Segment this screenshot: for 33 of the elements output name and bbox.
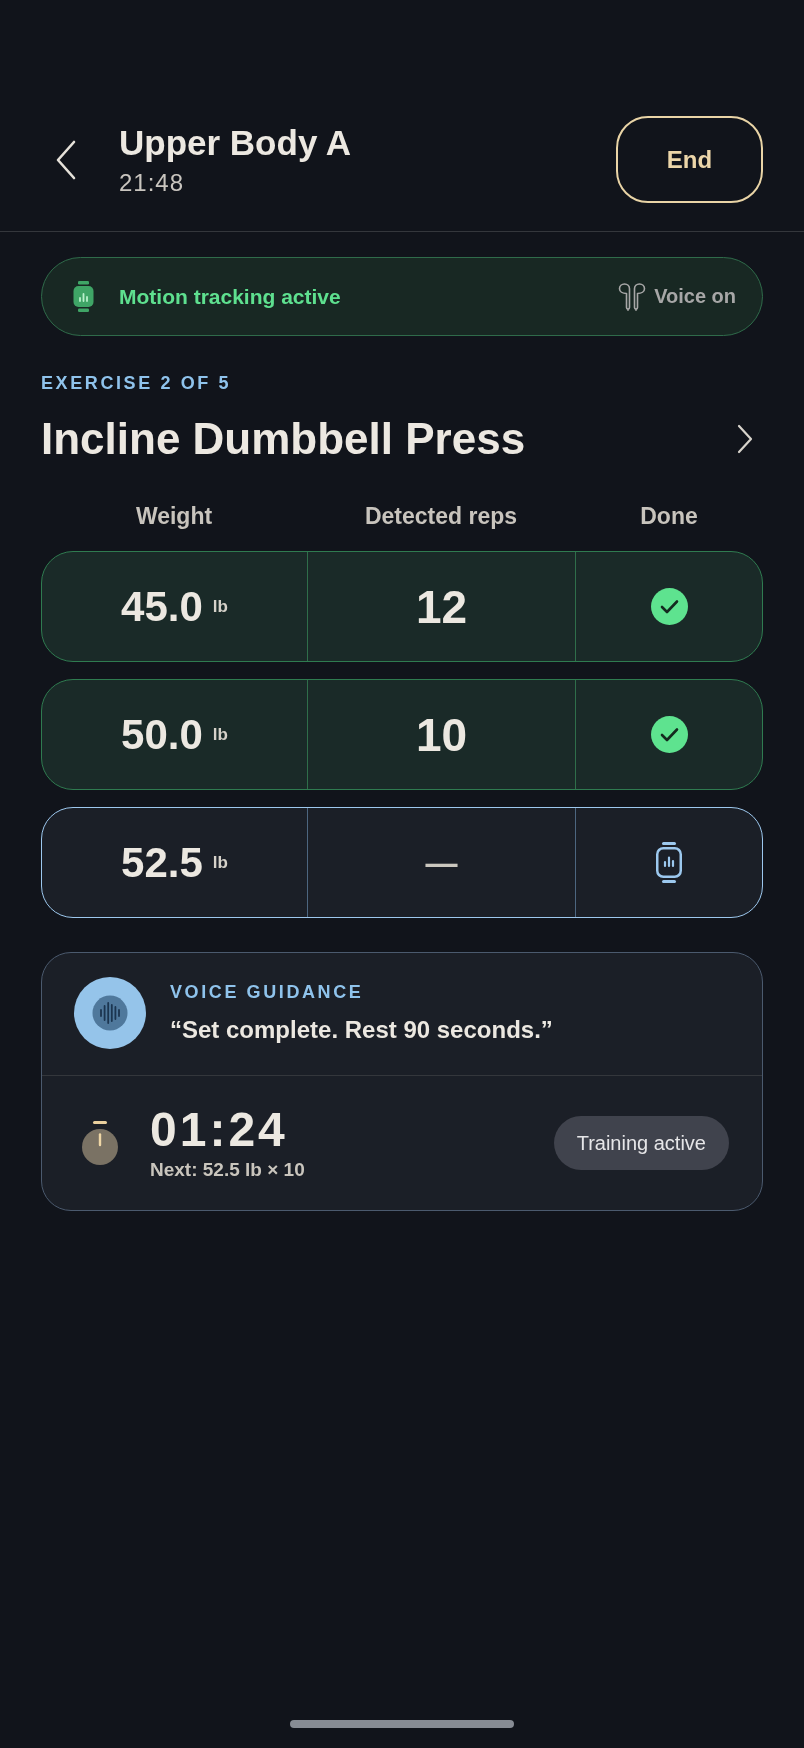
next-exercise-button[interactable]: [737, 424, 753, 454]
workout-title: Upper Body A: [119, 122, 353, 163]
back-button[interactable]: [55, 139, 77, 180]
stopwatch-icon: [82, 1121, 118, 1165]
rest-timer: 01:24: [150, 1104, 288, 1156]
weight-value: 45.0: [121, 581, 203, 632]
weight-unit: lb: [212, 852, 228, 873]
tracking-status: Motion tracking active: [119, 284, 342, 309]
weight-unit: lb: [212, 596, 228, 617]
column-header: Detected reps: [364, 502, 518, 530]
smartwatch-icon: [73, 281, 94, 312]
reps-value: 12: [415, 579, 468, 634]
voice-status: Voice on: [654, 285, 736, 308]
end-button[interactable]: End: [616, 116, 763, 203]
earbuds-icon: [618, 282, 647, 311]
column-header: Done: [640, 502, 698, 530]
reps-value: 10: [415, 707, 468, 762]
next-set-label: Next: 52.5 lb × 10: [150, 1158, 305, 1182]
voice-message: “Set complete. Rest 90 seconds.”: [170, 1015, 553, 1045]
column-header: Weight: [135, 502, 213, 530]
sound-wave-icon: [74, 977, 146, 1049]
weight-value: 52.5: [121, 837, 203, 888]
training-status-chip: Training active: [553, 1116, 729, 1170]
elapsed-time: 21:48: [119, 168, 186, 197]
set-row[interactable]: 50.0 lb 10: [41, 679, 763, 790]
set-row[interactable]: 45.0 lb 12: [41, 551, 763, 662]
exercise-name: Incline Dumbbell Press: [41, 413, 527, 465]
reps-value: —: [425, 843, 458, 883]
set-row[interactable]: 52.5 lb —: [41, 807, 763, 918]
exercise-counter: EXERCISE 2 OF 5: [41, 372, 233, 394]
weight-value: 50.0: [121, 709, 203, 760]
voice-guidance-label: VOICE GUIDANCE: [170, 981, 365, 1003]
weight-unit: lb: [212, 724, 228, 745]
